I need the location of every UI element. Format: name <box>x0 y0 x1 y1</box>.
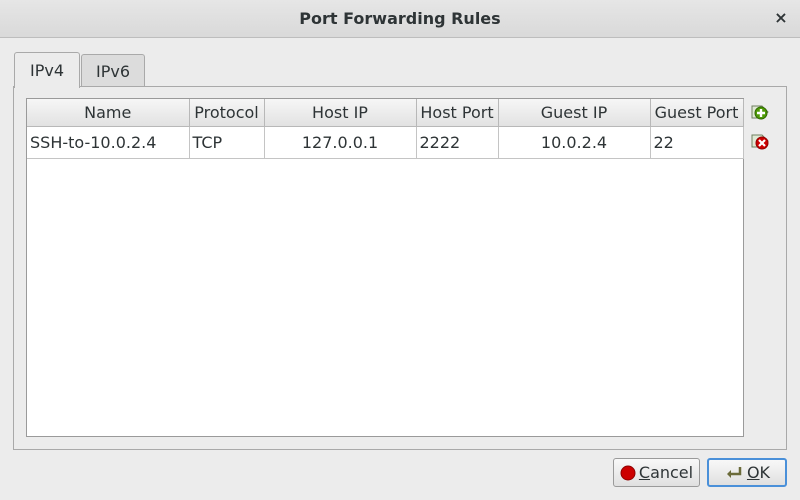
column-header-host-port[interactable]: Host Port <box>416 99 499 127</box>
table-header-row: Name Protocol Host IP Host Port Guest IP… <box>27 99 744 127</box>
column-header-host-ip[interactable]: Host IP <box>264 99 417 127</box>
ok-label: K <box>759 463 771 482</box>
add-rule-icon <box>751 105 769 120</box>
title-bar: Port Forwarding Rules × <box>0 0 800 38</box>
tab-ipv4[interactable]: IPv4 <box>14 52 80 88</box>
cancel-mnemonic: C <box>638 463 651 482</box>
close-icon[interactable]: × <box>770 7 792 29</box>
remove-rule-icon <box>751 134 769 150</box>
cancel-button[interactable]: Cancel <box>613 458 700 487</box>
remove-rule-button[interactable] <box>749 130 771 152</box>
window-title: Port Forwarding Rules <box>299 9 501 28</box>
column-header-guest-ip[interactable]: Guest IP <box>498 99 651 127</box>
tab-ipv6[interactable]: IPv6 <box>81 54 145 87</box>
rules-table[interactable]: Name Protocol Host IP Host Port Guest IP… <box>26 98 744 437</box>
column-header-name[interactable]: Name <box>27 99 190 127</box>
cell-guest-ip[interactable]: 10.0.2.4 <box>498 126 651 159</box>
column-header-protocol[interactable]: Protocol <box>189 99 265 127</box>
stop-icon <box>620 465 636 480</box>
cell-host-ip[interactable]: 127.0.0.1 <box>264 126 417 159</box>
cell-name[interactable]: SSH-to-10.0.2.4 <box>27 126 190 159</box>
table-row[interactable]: SSH-to-10.0.2.4 TCP 127.0.0.1 2222 10.0.… <box>27 126 744 159</box>
cell-protocol[interactable]: TCP <box>189 126 265 159</box>
ok-button[interactable]: OK <box>707 458 787 487</box>
add-rule-button[interactable] <box>749 101 771 123</box>
ok-mnemonic: O <box>746 463 760 482</box>
cell-host-port[interactable]: 2222 <box>416 126 499 159</box>
column-header-guest-port[interactable]: Guest Port <box>650 99 744 127</box>
cancel-label: ancel <box>650 463 694 482</box>
cell-guest-port[interactable]: 22 <box>650 126 744 159</box>
enter-arrow-icon <box>726 466 742 478</box>
